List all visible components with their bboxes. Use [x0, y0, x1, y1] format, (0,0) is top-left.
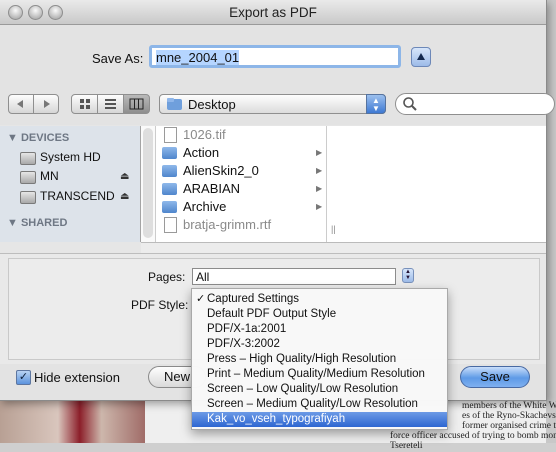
folder-icon: [167, 98, 182, 110]
file-name: AlienSkin2_0: [183, 163, 259, 178]
menu-item-pdfx3[interactable]: PDF/X-3:2002: [192, 337, 447, 352]
location-popup[interactable]: Desktop ▲ ▼: [159, 94, 386, 114]
search-field[interactable]: [395, 93, 555, 115]
menu-item-label: Kak_vo_vseh_typografiyah: [207, 413, 346, 425]
sidebar-item-label: TRANSCEND: [40, 189, 115, 203]
menu-item-default-pdf[interactable]: Default PDF Output Style: [192, 307, 447, 322]
checkmark-icon: ✓: [196, 293, 206, 305]
pdf-style-label: PDF Style:: [131, 298, 189, 312]
column-resize-handle[interactable]: ||: [331, 224, 336, 234]
sidebar-item-label: System HD: [40, 150, 101, 164]
menu-item-press[interactable]: Press – High Quality/High Resolution: [192, 352, 447, 367]
previous-column: [141, 126, 156, 242]
menu-item-screen-medium[interactable]: Screen – Medium Quality/Low Resolution: [192, 397, 447, 412]
columns-icon: [129, 98, 144, 110]
eject-icon[interactable]: ⏏: [120, 191, 129, 202]
column-scrollbar[interactable]: [143, 128, 153, 238]
hide-extension-checkbox[interactable]: ✓: [16, 370, 31, 385]
menu-item-label: Screen – Low Quality/Low Resolution: [207, 383, 399, 395]
window-title: Export as PDF: [229, 5, 317, 20]
file-name: Archive: [183, 199, 227, 214]
search-icon: [403, 97, 417, 111]
save-as-field[interactable]: mne_2004_01: [149, 45, 401, 68]
empty-column: ||: [327, 126, 546, 242]
save-as-value: mne_2004_01: [156, 50, 240, 65]
disclosure-arrow-icon: ▶: [316, 184, 323, 193]
sidebar-shared-header: ▼ SHARED: [7, 217, 68, 229]
folder-icon: [162, 183, 177, 195]
sidebar: ▼ DEVICES System HD MN ⏏ TRANSCEND ⏏ ▼ S…: [0, 126, 141, 242]
menu-item-label: PDF/X-3:2002: [207, 338, 280, 350]
file-icon: [164, 127, 177, 143]
eject-icon[interactable]: ⏏: [120, 171, 129, 182]
forward-arrow-icon: [44, 100, 50, 108]
pages-label: Pages:: [148, 270, 186, 284]
file-name: ARABIAN: [183, 181, 241, 196]
file-name: Action: [183, 145, 220, 160]
menu-item-print[interactable]: Print – Medium Quality/Medium Resolution: [192, 367, 447, 382]
folder-icon: [162, 165, 177, 177]
list-item[interactable]: 1026.tif: [156, 126, 326, 144]
menu-item-label: Screen – Medium Quality/Low Resolution: [207, 398, 418, 410]
menu-item-kak-vo-vseh[interactable]: Kak_vo_vseh_typografiyah: [192, 412, 447, 427]
menu-item-label: Press – High Quality/High Resolution: [207, 353, 397, 365]
hide-extension-label: Hide extension: [34, 370, 120, 385]
file-column: 1026.tif Action ▶ AlienSkin2_0 ▶ ARABIAN…: [156, 126, 327, 242]
menu-item-captured-settings[interactable]: ✓ Captured Settings: [192, 292, 447, 307]
expand-dialog-button[interactable]: [411, 47, 431, 67]
column-view-button[interactable]: [123, 94, 150, 114]
location-label: Desktop: [188, 97, 236, 112]
menu-item-label: Default PDF Output Style: [207, 308, 337, 320]
sidebar-item-label: MN: [40, 169, 59, 183]
list-icon: [105, 99, 116, 109]
list-item[interactable]: Action ▶: [156, 144, 326, 162]
grid-icon: [80, 99, 90, 109]
horizontal-scrollbar[interactable]: [141, 242, 546, 253]
menu-item-label: PDF/X-1a:2001: [207, 323, 287, 335]
disclosure-arrow-icon: ▶: [316, 148, 323, 157]
back-button[interactable]: [8, 94, 34, 114]
chevron-updown-icon: ▲ ▼: [405, 269, 411, 281]
icon-view-button[interactable]: [71, 94, 98, 114]
pages-stepper[interactable]: ▲ ▼: [402, 268, 414, 283]
menu-item-pdfx1a[interactable]: PDF/X-1a:2001: [192, 322, 447, 337]
list-item[interactable]: ARABIAN ▶: [156, 180, 326, 198]
list-view-button[interactable]: [97, 94, 124, 114]
title-bar: Export as PDF: [0, 0, 546, 25]
menu-item-label: Print – Medium Quality/Medium Resolution: [207, 368, 425, 380]
disclosure-arrow-icon: ▶: [316, 166, 323, 175]
back-arrow-icon: [17, 100, 23, 108]
sidebar-devices-header: ▼ DEVICES: [7, 132, 70, 144]
list-item[interactable]: bratja-grimm.rtf: [156, 216, 326, 234]
file-name: bratja-grimm.rtf: [183, 217, 272, 232]
hard-drive-icon: [20, 191, 36, 204]
save-button[interactable]: Save: [460, 366, 530, 388]
background-photo: [0, 398, 145, 443]
chevron-updown-icon: ▲ ▼: [366, 94, 386, 114]
pdf-style-menu: ✓ Captured Settings Default PDF Output St…: [191, 288, 448, 430]
menu-item-label: Captured Settings: [207, 293, 300, 305]
save-as-label: Save As:: [92, 51, 144, 66]
forward-button[interactable]: [33, 94, 59, 114]
file-icon: [164, 217, 177, 233]
disclosure-arrow-icon: ▶: [316, 202, 323, 211]
pages-field[interactable]: All: [192, 268, 396, 285]
folder-icon: [162, 147, 177, 159]
file-name: 1026.tif: [183, 127, 226, 142]
list-item[interactable]: AlienSkin2_0 ▶: [156, 162, 326, 180]
hard-drive-icon: [20, 171, 36, 184]
hard-drive-icon: [20, 152, 36, 165]
checkmark-icon: ✓: [18, 371, 29, 383]
folder-icon: [162, 201, 177, 213]
triangle-up-icon: [417, 53, 425, 60]
menu-item-screen-low[interactable]: Screen – Low Quality/Low Resolution: [192, 382, 447, 397]
list-item[interactable]: Archive ▶: [156, 198, 326, 216]
background-scroll-edge: [546, 0, 556, 443]
